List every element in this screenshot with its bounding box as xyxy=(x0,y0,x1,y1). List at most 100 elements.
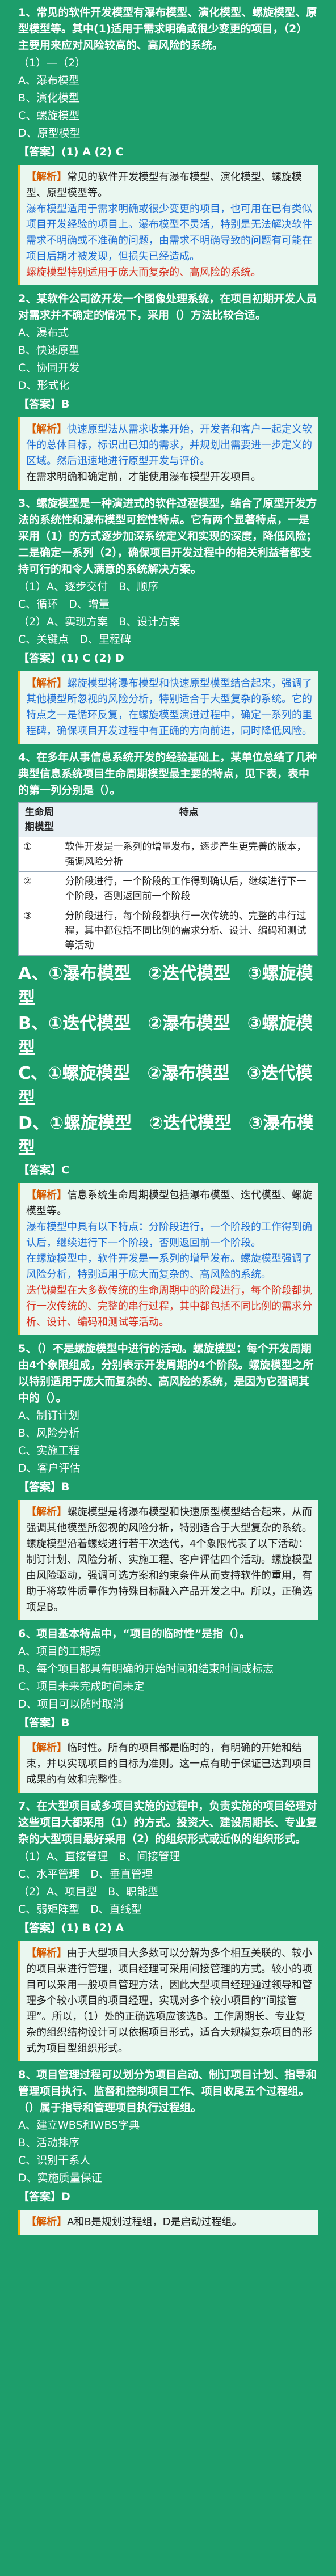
answer: 【答案】B xyxy=(18,1717,70,1729)
question-4: 4、在多年从事信息系统开发的经验基础上，某单位总结了几种典型信息系统项目生命周期… xyxy=(18,749,318,1335)
option[interactable]: C、项目未来完成时间未定 xyxy=(18,1679,318,1695)
table-cell: 分阶段进行，一个阶段的工作得到确认后，继续进行下一个阶段，否则返回前一个阶段 xyxy=(60,871,318,906)
analysis-label: 【解析】 xyxy=(26,677,67,689)
option[interactable]: A、制订计划 xyxy=(18,1408,318,1424)
option[interactable]: C、协同开发 xyxy=(18,360,318,376)
question-7: 7、在大型项目或多项目实施的过程中，负责实施的项目经理对这些项目大都采用（1）的… xyxy=(18,1798,318,2061)
analysis-text: 螺旋模型将瀑布模型和快速原型模型结合起来，强调了其他模型所忽视的风险分析，特别适… xyxy=(26,677,312,737)
analysis-label: 【解析】 xyxy=(26,1947,67,1959)
answer: 【答案】(1) B (2) A xyxy=(18,1922,124,1934)
question-subtitle: （1）—（2） xyxy=(18,57,86,69)
analysis-text: A和B是规划过程组，D是启动过程组。 xyxy=(67,2216,242,2228)
lifecycle-table: 生命周期模型 特点 ① 软件开发是一系列的增量发布，逐步产生更完善的版本，强调风… xyxy=(18,802,318,956)
table-header: 特点 xyxy=(60,802,318,837)
answer: 【答案】B xyxy=(18,398,70,410)
analysis-box: 【解析】快速原型法从需求收集开始，开发者和客户一起定义软件的总体目标，标识出已知… xyxy=(18,417,318,490)
analysis-box: 【解析】常见的软件开发模型有瀑布模型、演化模型、螺旋模型、原型模型等。 瀑布模型… xyxy=(18,165,318,285)
table-row: ① 软件开发是一系列的增量发布，逐步产生更完善的版本，强调风险分析 xyxy=(18,837,318,872)
analysis-box: 【解析】螺旋模型是将瀑布模型和快速原型模型结合起来，从而强调其他模型所忽视的风险… xyxy=(18,1500,318,1620)
question-2: 2、某软件公司欲开发一个图像处理系统，在项目初期开发人员对需求并不确定的情况下，… xyxy=(18,291,318,490)
analysis-text: 螺旋模型特别适用于庞大而复杂的、高风险的系统。 xyxy=(26,266,261,278)
option[interactable]: B、快速原型 xyxy=(18,342,318,359)
option[interactable]: A、瀑布式 xyxy=(18,325,318,341)
option[interactable]: D、实施质量保证 xyxy=(18,2170,318,2187)
option[interactable]: D、原型模型 xyxy=(18,125,318,142)
table-row: ③ 分阶段进行，每个阶段都执行一次传统的、完整的串行过程，其中都包括不同比例的需… xyxy=(18,906,318,956)
answer: 【答案】(1) C (2) D xyxy=(18,652,124,664)
analysis-box: 【解析】螺旋模型将瀑布模型和快速原型模型结合起来，强调了其他模型所忽视的风险分析… xyxy=(18,671,318,744)
answer: 【答案】B xyxy=(18,1481,70,1493)
option[interactable]: C、识别干系人 xyxy=(18,2153,318,2169)
analysis-label: 【解析】 xyxy=(26,1189,67,1201)
analysis-box: 【解析】由于大型项目大多数可以分解为多个相互关联的、较小的项目来进行管理，项目经… xyxy=(18,1941,318,2061)
table-cell: 分阶段进行，每个阶段都执行一次传统的、完整的串行过程，其中都包括不同比例的需求分… xyxy=(60,906,318,956)
analysis-text: 临时性。所有的项目都是临时的，有明确的开始和结束，并以实现项目的目标为准则。这一… xyxy=(26,1742,312,1786)
option[interactable]: B、活动排序 xyxy=(18,2135,318,2151)
question-title: 8、项目管理过程可以划分为项目启动、制订项目计划、指导和管理项目执行、监督和控制… xyxy=(18,2069,317,2114)
question-6: 6、项目基本特点中，“项目的临时性”是指（）。 A、项目的工期短 B、每个项目都… xyxy=(18,1626,318,1793)
question-8: 8、项目管理过程可以划分为项目启动、制订项目计划、指导和管理项目执行、监督和控制… xyxy=(18,2067,318,2235)
analysis-text: 快速原型法从需求收集开始，开发者和客户一起定义软件的总体目标，标识出已知的需求，… xyxy=(26,423,312,467)
question-subtitle: （2）A、实现方案 B、设计方案 xyxy=(18,616,180,628)
analysis-text: 迭代模型在大多数传统的生命周期中的阶段进行，每个阶段都执行一次传统的、完整的串行… xyxy=(26,1285,312,1328)
answer: 【答案】D xyxy=(18,2191,70,2203)
page: 1、常见的软件开发模型有瀑布模型、演化模型、螺旋模型、原型模型等。其中(1)适用… xyxy=(9,0,327,2235)
analysis-text: 在螺旋模型中，软件开发是一系列的增量发布。螺旋模型强调了风险分析，特别适用于庞大… xyxy=(26,1253,312,1281)
analysis-text: 常见的软件开发模型有瀑布模型、演化模型、螺旋模型、原型模型等。 xyxy=(26,171,302,199)
analysis-label: 【解析】 xyxy=(26,423,67,435)
option[interactable]: B、风险分析 xyxy=(18,1425,318,1442)
question-subtitle: （1）A、直接管理 B、间接管理 xyxy=(18,1850,180,1863)
option[interactable]: C、实施工程 xyxy=(18,1443,318,1459)
question-title: 7、在大型项目或多项目实施的过程中，负责实施的项目经理对这些项目大都采用（1）的… xyxy=(18,1800,317,1845)
question-title: 2、某软件公司欲开发一个图像处理系统，在项目初期开发人员对需求并不确定的情况下，… xyxy=(18,293,317,321)
option[interactable]: A、瀑布模型 xyxy=(18,73,318,89)
question-subtitle: C、关键点 D、里程碑 xyxy=(18,633,131,646)
analysis-text: 瀑布模型中具有以下特点：分阶段进行，一个阶段的工作得到确认后，继续进行下一个阶段… xyxy=(26,1221,312,1249)
analysis-text: 在需求明确和确定前，才能使用瀑布模型开发项目。 xyxy=(26,471,261,483)
table-cell: 软件开发是一系列的增量发布，逐步产生更完善的版本，强调风险分析 xyxy=(60,837,318,872)
analysis-label: 【解析】 xyxy=(26,2216,67,2228)
table-cell: ③ xyxy=(18,906,61,956)
option[interactable]: B、每个项目都具有明确的开始时间和结束时间或标志 xyxy=(18,1661,318,1677)
analysis-label: 【解析】 xyxy=(26,171,67,183)
analysis-label: 【解析】 xyxy=(26,1742,67,1754)
option[interactable]: A、项目的工期短 xyxy=(18,1643,318,1660)
answer: 【答案】(1) A (2) C xyxy=(18,146,124,158)
answer: 【答案】C xyxy=(18,1164,69,1176)
question-5: 5、（）不是螺旋模型中进行的活动。螺旋模型：每个开发周期由4个象限组成，分别表示… xyxy=(18,1341,318,1620)
option[interactable]: C、螺旋模型 xyxy=(18,108,318,124)
question-3: 3、螺旋模型是一种演进式的软件过程模型，结合了原型开发方法的系统性和瀑布模型可控… xyxy=(18,495,318,744)
table-cell: ② xyxy=(18,871,61,906)
option[interactable]: A、①瀑布模型 ②迭代模型 ③螺旋模型 xyxy=(18,961,318,1011)
question-1: 1、常见的软件开发模型有瀑布模型、演化模型、螺旋模型、原型模型等。其中(1)适用… xyxy=(18,5,318,285)
analysis-text: 信息系统生命周期模型包括瀑布模型、迭代模型、螺旋模型等。 xyxy=(26,1189,312,1217)
option[interactable]: D、形式化 xyxy=(18,378,318,394)
question-title: 3、螺旋模型是一种演进式的软件过程模型，结合了原型开发方法的系统性和瀑布模型可控… xyxy=(18,497,317,575)
table-header: 生命周期模型 xyxy=(18,802,61,837)
question-subtitle: C、弱矩阵型 D、直线型 xyxy=(18,1903,142,1916)
option[interactable]: C、①螺旋模型 ②瀑布模型 ③迭代模型 xyxy=(18,1061,318,1111)
option[interactable]: D、①螺旋模型 ②迭代模型 ③瀑布模型 xyxy=(18,1111,318,1161)
analysis-box: 【解析】信息系统生命周期模型包括瀑布模型、迭代模型、螺旋模型等。 瀑布模型中具有… xyxy=(18,1183,318,1335)
analysis-text: 螺旋模型是将瀑布模型和快速原型模型结合起来，从而强调其他模型所忽视的风险分析，特… xyxy=(26,1506,312,1613)
question-title: 4、在多年从事信息系统开发的经验基础上，某单位总结了几种典型信息系统项目生命周期… xyxy=(18,751,317,796)
question-title: 5、（）不是螺旋模型中进行的活动。螺旋模型：每个开发周期由4个象限组成，分别表示… xyxy=(18,1342,314,1404)
question-subtitle: （2）A、项目型 B、职能型 xyxy=(18,1886,159,1898)
question-title: 1、常见的软件开发模型有瀑布模型、演化模型、螺旋模型、原型模型等。其中(1)适用… xyxy=(18,6,317,52)
table-row: ② 分阶段进行，一个阶段的工作得到确认后，继续进行下一个阶段，否则返回前一个阶段 xyxy=(18,871,318,906)
table-cell: ① xyxy=(18,837,61,872)
analysis-text: 由于大型项目大多数可以分解为多个相互关联的、较小的项目来进行管理，项目经理可采用… xyxy=(26,1947,312,2054)
question-subtitle: （1）A、逐步交付 B、顺序 xyxy=(18,581,159,593)
question-title: 6、项目基本特点中，“项目的临时性”是指（）。 xyxy=(18,1628,250,1640)
option[interactable]: B、①迭代模型 ②瀑布模型 ③螺旋模型 xyxy=(18,1011,318,1061)
option[interactable]: D、项目可以随时取消 xyxy=(18,1696,318,1713)
question-subtitle: C、水平管理 D、垂直管理 xyxy=(18,1868,153,1880)
analysis-label: 【解析】 xyxy=(26,1506,67,1518)
analysis-text: 瀑布模型适用于需求明确或很少变更的项目，也可用在已有类似项目开发经验的项目上。瀑… xyxy=(26,203,312,262)
option[interactable]: A、建立WBS和WBS字典 xyxy=(18,2117,318,2134)
question-subtitle: C、循环 D、增量 xyxy=(18,598,110,611)
analysis-box: 【解析】临时性。所有的项目都是临时的，有明确的开始和结束，并以实现项目的目标为准… xyxy=(18,1736,318,1793)
option[interactable]: B、演化模型 xyxy=(18,90,318,107)
option[interactable]: D、客户评估 xyxy=(18,1460,318,1477)
analysis-box: 【解析】A和B是规划过程组，D是启动过程组。 xyxy=(18,2210,318,2235)
